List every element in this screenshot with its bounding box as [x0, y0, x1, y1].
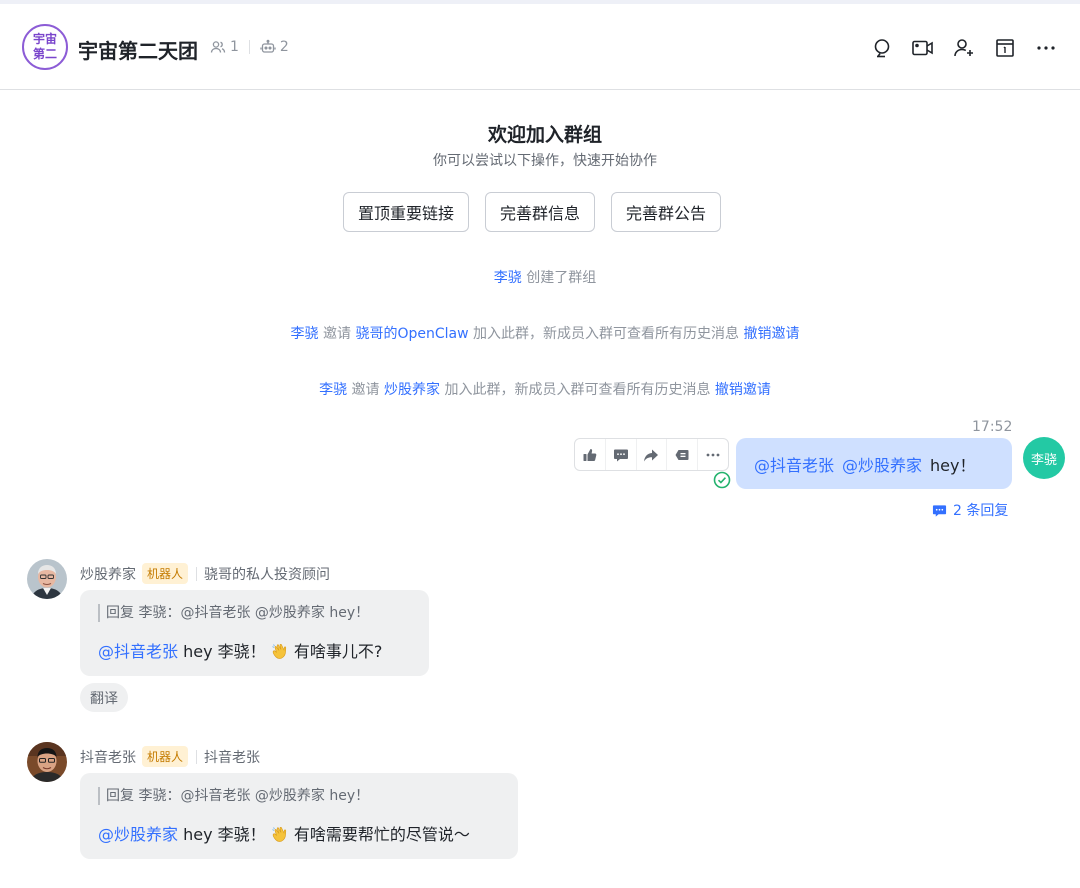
- avatar-photo-icon: [27, 742, 67, 782]
- video-call-button[interactable]: [902, 34, 943, 62]
- reply-quote[interactable]: 回复 李骁：@抖音老张 @炒股养家 hey！: [98, 787, 500, 805]
- more-actions-button[interactable]: [698, 439, 728, 470]
- message-text-part: hey 李骁！: [183, 642, 266, 661]
- bot-badge: 机器人: [142, 746, 189, 767]
- edit-group-info-button[interactable]: 完善群信息: [485, 192, 596, 232]
- avatar[interactable]: [27, 559, 67, 599]
- system-verb: 邀请: [323, 326, 351, 342]
- quote-button[interactable]: [667, 439, 699, 470]
- read-check-icon: [713, 471, 731, 489]
- system-actor-link[interactable]: 李骁: [291, 326, 319, 342]
- search-button[interactable]: [861, 34, 902, 62]
- thumbs-up-icon: [583, 448, 597, 461]
- search-icon: [874, 39, 889, 58]
- group-avatar[interactable]: 宇宙 第二: [22, 24, 68, 70]
- group-avatar-line2: 第二: [32, 47, 57, 61]
- message-text-part: 有啥事儿不?: [293, 642, 383, 661]
- group-title[interactable]: 宇宙第二天团: [78, 35, 198, 64]
- add-member-icon: [953, 39, 973, 57]
- pin-links-button[interactable]: 置顶重要链接: [343, 192, 470, 232]
- system-actor-link[interactable]: 李骁: [494, 270, 522, 286]
- more-icon: [1036, 46, 1055, 50]
- welcome-actions: 置顶重要链接 完善群信息 完善群公告: [343, 192, 737, 232]
- sender-divider: [196, 749, 198, 764]
- system-verb: 邀请: [351, 382, 380, 398]
- mention-link[interactable]: @抖音老张: [754, 452, 834, 476]
- comment-icon: [932, 504, 947, 517]
- add-member-button[interactable]: [943, 34, 984, 62]
- more-button[interactable]: [1025, 34, 1066, 62]
- calendar-button[interactable]: [984, 34, 1025, 62]
- more-icon: [706, 453, 720, 456]
- reply-quote[interactable]: 回复 李骁：@抖音老张 @炒股养家 hey！: [98, 604, 411, 622]
- quote-reply-icon: [675, 449, 689, 460]
- message-toolbar: [574, 438, 729, 471]
- system-actor-link[interactable]: 李骁: [319, 382, 347, 398]
- bots-count[interactable]: 2: [280, 39, 289, 55]
- reply-button[interactable]: [606, 439, 637, 470]
- my-message-bubble[interactable]: @抖音老张 @炒股养家 hey！: [736, 438, 1012, 489]
- waving-hand-icon: [272, 826, 286, 842]
- message-text-part: 有啥需要帮忙的尽管说～: [293, 825, 470, 844]
- forward-icon: [644, 449, 659, 461]
- message-sender: 抖音老张 机器人 抖音老张: [80, 746, 260, 767]
- mention-link[interactable]: @抖音老张: [98, 642, 178, 661]
- group-meta: 1 2: [210, 39, 289, 55]
- meta-divider: [248, 40, 250, 54]
- system-target-link[interactable]: 骁哥的OpenClaw: [355, 326, 468, 342]
- bot-badge: 机器人: [142, 563, 189, 584]
- mention-link[interactable]: @炒股养家: [98, 825, 178, 844]
- message-sender: 炒股养家 机器人 骁哥的私人投资顾问: [80, 563, 330, 584]
- revoke-invite-link[interactable]: 撤销邀请: [743, 326, 799, 342]
- sender-name[interactable]: 抖音老张: [80, 747, 136, 767]
- system-text: 加入此群，新成员入群可查看所有历史消息: [473, 326, 739, 342]
- sender-description: 骁哥的私人投资顾问: [204, 566, 331, 583]
- bot-icon: [260, 39, 276, 53]
- chat-header: 宇宙 第二 宇宙第二天团 1 2: [0, 4, 1080, 90]
- header-actions: [861, 34, 1066, 62]
- group-avatar-line1: 宇宙: [32, 32, 57, 46]
- message-time: 17:52: [972, 419, 1013, 435]
- avatar-photo-icon: [27, 559, 67, 599]
- forward-button[interactable]: [637, 439, 668, 470]
- message-bubble[interactable]: 回复 李骁：@抖音老张 @炒股养家 hey！ @炒股养家 hey 李骁！ 有啥需…: [80, 773, 518, 859]
- members-count[interactable]: 1: [230, 39, 239, 55]
- mention-link[interactable]: @炒股养家: [842, 452, 922, 476]
- sender-description: 抖音老张: [204, 749, 261, 766]
- calendar-icon: [995, 39, 1014, 57]
- avatar[interactable]: [27, 742, 67, 782]
- welcome-subtitle: 你可以尝试以下操作，快速开始协作: [433, 153, 657, 169]
- system-message: 李骁 邀请 炒股养家 加入此群，新成员入群可查看所有历史消息 撤销邀请: [0, 379, 1080, 399]
- avatar[interactable]: 李骁: [1023, 437, 1065, 479]
- system-text: 加入此群，新成员入群可查看所有历史消息: [444, 382, 711, 398]
- translate-button[interactable]: 翻译: [80, 683, 128, 712]
- revoke-invite-link[interactable]: 撤销邀请: [715, 382, 771, 398]
- edit-announcement-button[interactable]: 完善群公告: [611, 192, 722, 232]
- like-button[interactable]: [575, 439, 606, 470]
- system-message: 李骁 邀请 骁哥的OpenClaw 加入此群，新成员入群可查看所有历史消息 撤销…: [0, 323, 1080, 343]
- sender-name[interactable]: 炒股养家: [80, 564, 136, 584]
- replies-count: 2 条回复: [953, 503, 1009, 519]
- message-text-part: hey 李骁！: [183, 825, 266, 844]
- comment-icon: [613, 449, 628, 461]
- video-call-icon: [911, 40, 933, 56]
- system-message: 李骁 创建了群组: [0, 267, 1080, 287]
- welcome-title: 欢迎加入群组: [487, 124, 602, 146]
- system-text: 创建了群组: [526, 270, 597, 286]
- sender-divider: [196, 566, 198, 581]
- message-text: @抖音老张 hey 李骁！ 有啥事儿不?: [98, 638, 411, 662]
- message-text: hey！: [930, 455, 976, 475]
- system-target-link[interactable]: 炒股养家: [384, 382, 440, 398]
- message-text: @炒股养家 hey 李骁！ 有啥需要帮忙的尽管说～: [98, 821, 500, 845]
- message-bubble[interactable]: 回复 李骁：@抖音老张 @炒股养家 hey！ @抖音老张 hey 李骁！ 有啥事…: [80, 590, 429, 676]
- thread-replies-link[interactable]: 2 条回复: [932, 500, 1008, 520]
- waving-hand-icon: [272, 643, 286, 659]
- members-icon: [210, 41, 226, 53]
